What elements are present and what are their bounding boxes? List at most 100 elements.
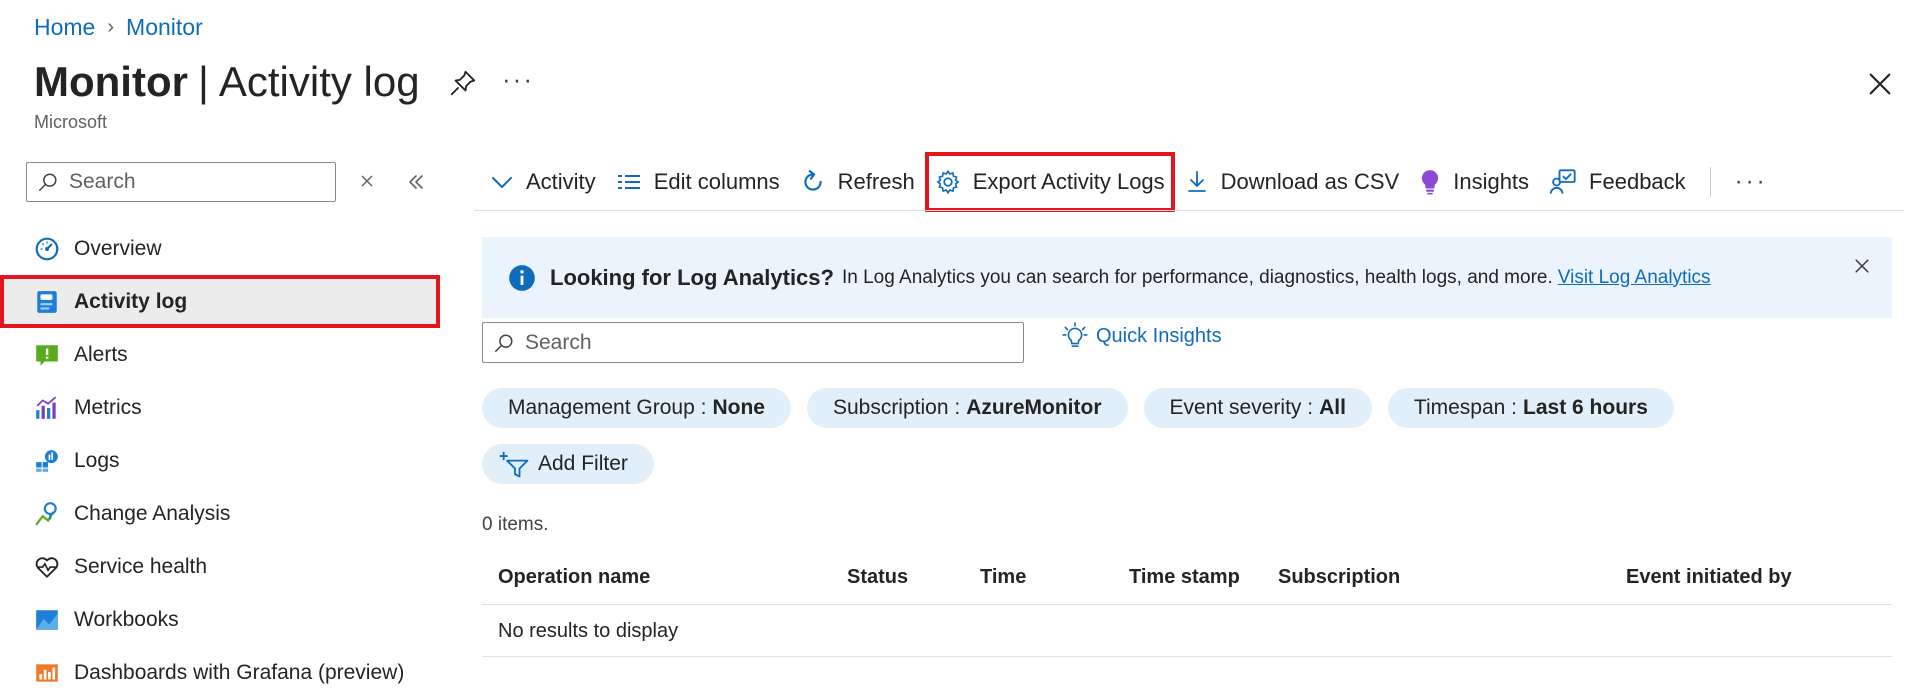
- banner-title: Looking for Log Analytics?: [550, 264, 834, 290]
- filter-event-severity[interactable]: Event severity : All: [1143, 388, 1372, 428]
- main-search[interactable]: [482, 322, 1024, 363]
- pin-icon[interactable]: [448, 68, 478, 98]
- search-icon: [39, 173, 57, 191]
- sidebar-search-input[interactable]: [67, 169, 311, 195]
- search-icon: [495, 333, 513, 352]
- more-options-button[interactable]: ···: [502, 64, 534, 95]
- metrics-chart-icon: [34, 395, 60, 421]
- download-csv-button[interactable]: Download as CSV: [1175, 160, 1410, 204]
- page-title-service: Monitor: [34, 58, 188, 105]
- logs-icon: [34, 448, 60, 474]
- column-header-time-stamp[interactable]: Time stamp: [1129, 566, 1240, 589]
- feedback-label: Feedback: [1589, 169, 1686, 194]
- breadcrumb-monitor[interactable]: Monitor: [126, 14, 203, 41]
- filter-key: Event severity :: [1169, 396, 1314, 419]
- lightbulb-outline-icon: [1062, 322, 1088, 348]
- sidebar-item-grafana[interactable]: Dashboards with Grafana (preview): [0, 646, 440, 699]
- table-header: Operation name Status Time Time stamp Su…: [482, 558, 1892, 605]
- sidebar-item-workbooks[interactable]: Workbooks: [0, 593, 440, 646]
- add-filter-icon: [499, 451, 529, 478]
- feedback-person-icon: [1549, 169, 1576, 194]
- filter-value: Last 6 hours: [1523, 396, 1648, 419]
- filter-key: Management Group :: [508, 396, 707, 419]
- refresh-icon: [804, 170, 822, 191]
- column-header-event-initiated-by[interactable]: Event initiated by: [1626, 566, 1792, 589]
- download-icon: [1187, 171, 1206, 192]
- filter-value: All: [1319, 396, 1346, 419]
- sidebar-item-label: Workbooks: [74, 607, 179, 631]
- insights-button[interactable]: Insights: [1409, 160, 1539, 204]
- filter-key: Subscription :: [832, 396, 961, 419]
- grafana-dashboard-icon: [34, 660, 60, 686]
- breadcrumb-home[interactable]: Home: [34, 14, 95, 41]
- sidebar-item-change-analysis[interactable]: Change Analysis: [0, 487, 440, 540]
- empty-table-message: No results to display: [498, 620, 679, 642]
- sidebar-item-label: Service health: [74, 554, 208, 578]
- filter-timespan[interactable]: Timespan : Last 6 hours: [1387, 388, 1674, 428]
- column-header-status[interactable]: Status: [847, 566, 908, 589]
- filter-pills: Management Group : None Subscription : Azu…: [482, 388, 1674, 428]
- clear-search-icon[interactable]: [356, 170, 378, 192]
- edit-columns-label: Edit columns: [653, 169, 780, 194]
- sidebar-nav: Overview Activity log Alerts Metrics Log…: [0, 222, 440, 699]
- gear-icon: [936, 170, 959, 194]
- dismiss-banner-icon[interactable]: [1852, 256, 1872, 276]
- export-activity-logs-button[interactable]: Export Activity Logs: [924, 152, 1175, 212]
- column-header-time[interactable]: Time: [980, 566, 1026, 589]
- gauge-icon: [34, 236, 60, 262]
- page-title-blade: Activity log: [218, 58, 420, 105]
- close-icon[interactable]: [1866, 70, 1894, 98]
- table-bottom-border: [482, 656, 1892, 657]
- quick-insights-link[interactable]: Quick Insights: [1062, 322, 1222, 350]
- edit-columns-button[interactable]: Edit columns: [606, 160, 790, 204]
- export-activity-logs-label: Export Activity Logs: [972, 169, 1165, 194]
- sidebar-item-label: Metrics: [74, 395, 142, 419]
- sidebar-item-alerts[interactable]: Alerts: [0, 328, 440, 381]
- sidebar-item-overview[interactable]: Overview: [0, 222, 440, 275]
- filter-management-group[interactable]: Management Group : None: [482, 388, 791, 428]
- sidebar-item-metrics[interactable]: Metrics: [0, 381, 440, 434]
- command-bar: Activity Edit columns Refresh Export Act…: [480, 152, 1778, 212]
- feedback-button[interactable]: Feedback: [1539, 160, 1696, 204]
- sidebar-item-service-health[interactable]: Service health: [0, 540, 440, 593]
- breadcrumb: Home › Monitor: [34, 14, 203, 41]
- columns-list-icon: [617, 175, 640, 189]
- sidebar-item-label: Alerts: [74, 342, 128, 366]
- alert-icon: [34, 342, 60, 368]
- sidebar-search[interactable]: [26, 162, 336, 202]
- sidebar-item-activity-log[interactable]: Activity log: [0, 275, 440, 328]
- refresh-label: Refresh: [837, 169, 915, 194]
- page-subtitle: Microsoft: [34, 112, 108, 132]
- filter-value: None: [712, 396, 765, 419]
- page-title: Monitor | Activity log: [34, 58, 420, 106]
- refresh-button[interactable]: Refresh: [790, 160, 925, 204]
- change-analysis-icon: [34, 501, 60, 527]
- add-filter-label: Add Filter: [538, 452, 628, 475]
- sidebar-item-label: Activity log: [74, 289, 188, 313]
- column-header-subscription[interactable]: Subscription: [1278, 566, 1400, 589]
- toolbar-more-button[interactable]: ···: [1725, 168, 1778, 196]
- filter-key: Timespan :: [1413, 396, 1518, 419]
- activity-button[interactable]: Activity: [480, 160, 606, 204]
- chevron-down-icon: [492, 177, 512, 188]
- visit-log-analytics-link[interactable]: Visit Log Analytics: [1558, 267, 1711, 289]
- sidebar-item-label: Dashboards with Grafana (preview): [74, 660, 405, 684]
- info-icon: [509, 264, 535, 291]
- column-header-operation-name[interactable]: Operation name: [498, 566, 650, 589]
- activity-button-label: Activity: [526, 169, 596, 194]
- filter-value: AzureMonitor: [966, 396, 1102, 419]
- heart-pulse-icon: [34, 554, 60, 580]
- insights-label: Insights: [1453, 169, 1530, 194]
- sidebar-item-logs[interactable]: Logs: [0, 434, 440, 487]
- sidebar-item-label: Change Analysis: [74, 501, 231, 525]
- page-title-separator: |: [197, 58, 209, 105]
- toolbar-divider: [1709, 167, 1711, 197]
- main-search-input[interactable]: [523, 329, 1007, 356]
- collapse-sidebar-icon[interactable]: [404, 170, 428, 194]
- add-filter-button[interactable]: Add Filter: [482, 444, 654, 484]
- filter-subscription[interactable]: Subscription : AzureMonitor: [806, 388, 1128, 428]
- download-csv-label: Download as CSV: [1220, 169, 1400, 194]
- banner-text: In Log Analytics you can search for perf…: [841, 266, 1553, 288]
- sidebar-item-label: Logs: [74, 448, 120, 472]
- lightbulb-icon: [1422, 170, 1439, 195]
